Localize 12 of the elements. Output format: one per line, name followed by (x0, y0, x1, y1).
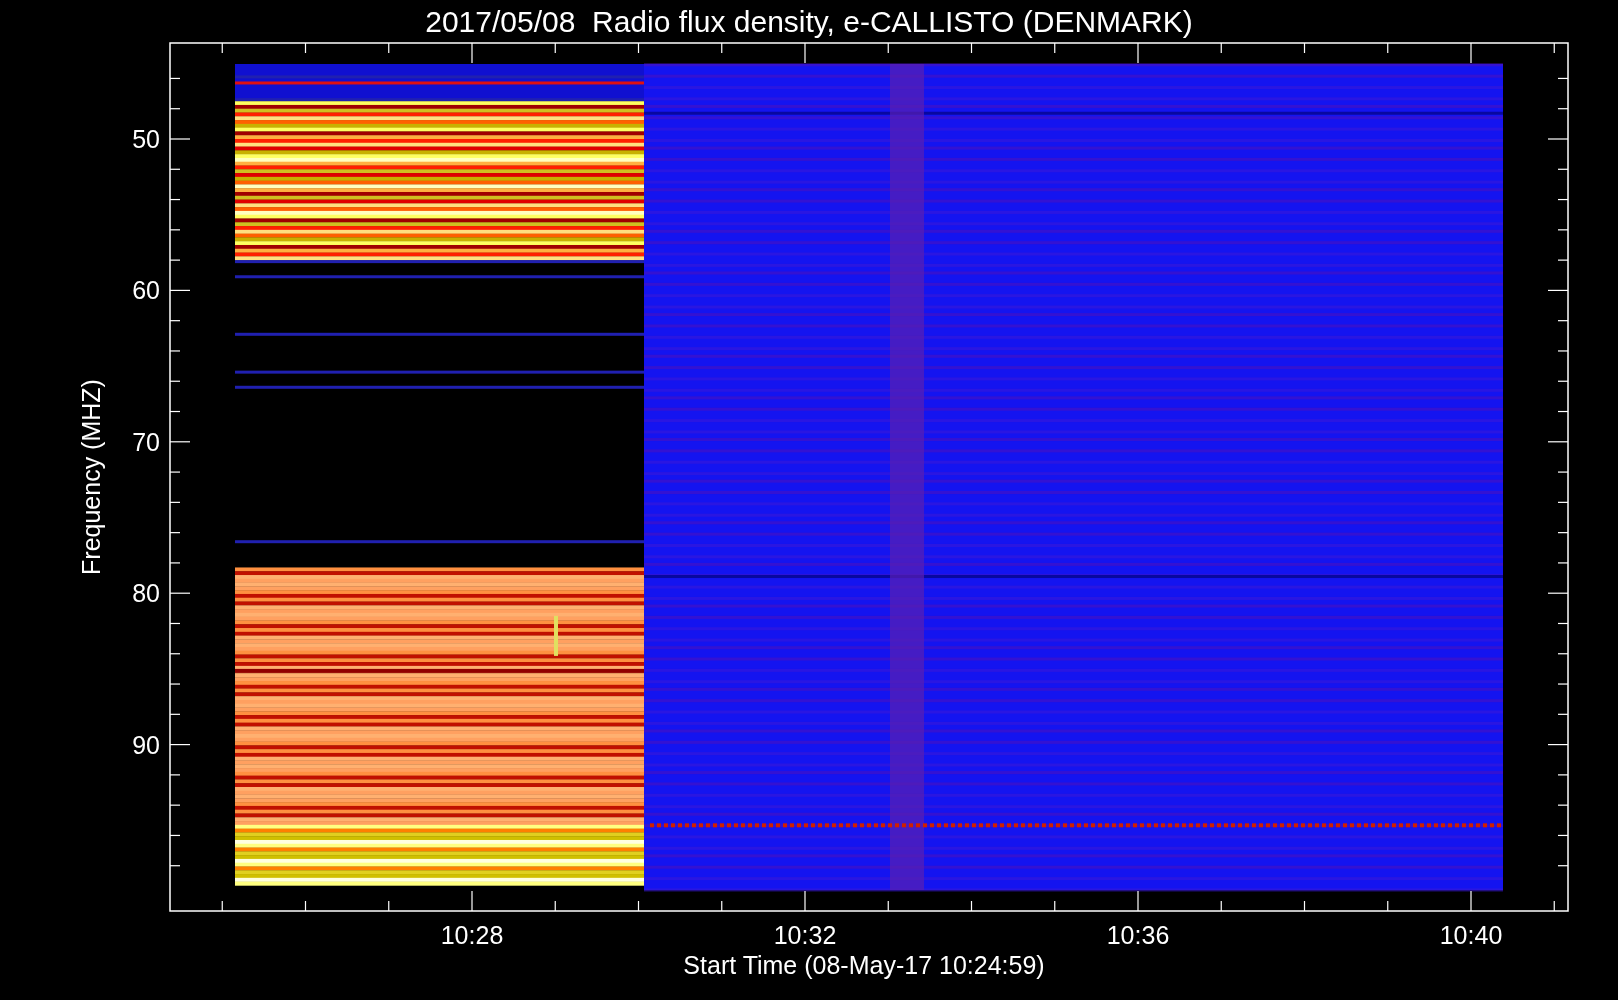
y-tick-label: 60 (132, 276, 160, 305)
y-tick-label: 70 (132, 427, 160, 456)
y-tick-label: 90 (132, 730, 160, 759)
y-tick-label: 80 (132, 579, 160, 608)
x-tick-label: 10:36 (1106, 921, 1170, 949)
x-axis-title: Start Time (08-May-17 10:24:59) (683, 951, 1045, 979)
y-tick-label: 50 (132, 125, 160, 153)
x-tick-label: 10:40 (1439, 921, 1503, 949)
chart-title: 2017/05/08 Radio flux density, e-CALLISTO (DENMARK) (425, 5, 1193, 38)
x-tick-label: 10:32 (773, 921, 837, 949)
x-tick-label: 10:28 (440, 921, 504, 949)
y-axis-title: Frequency (MHZ) (77, 379, 105, 575)
